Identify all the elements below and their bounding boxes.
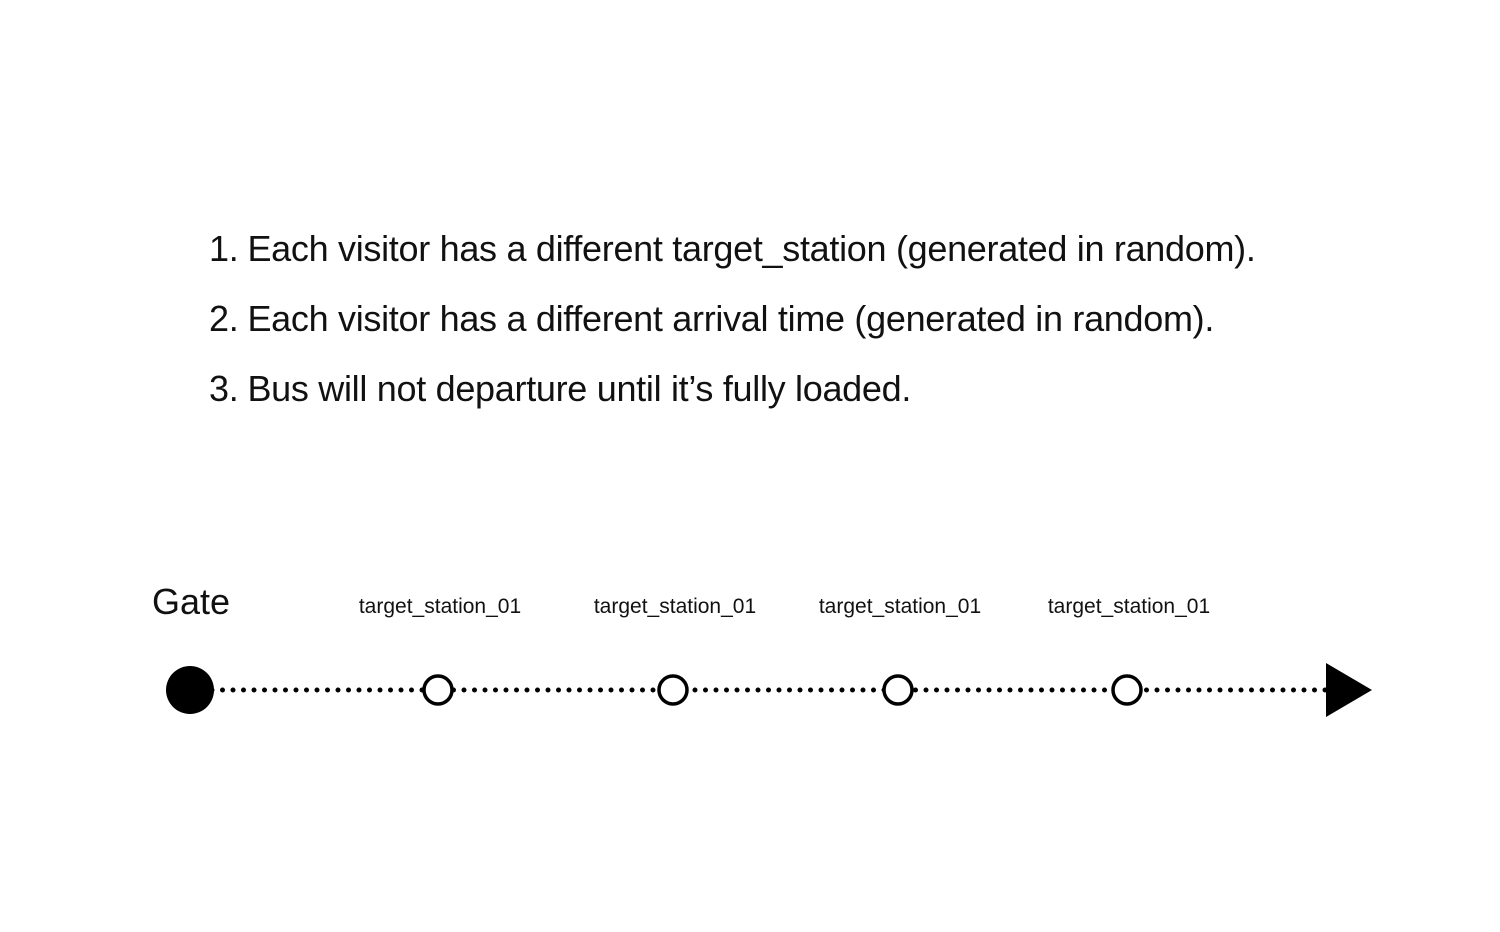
rules-list: 1. Each visitor has a different target_st… [209,214,1256,424]
station-node [1111,674,1143,706]
station-node [422,674,454,706]
rule-text: Bus will not departure until it’s fully … [247,368,912,409]
station-node [882,674,914,706]
rule-text: Each visitor has a different target_stat… [247,228,1256,269]
station-label: target_station_01 [358,595,522,618]
rule-text: Each visitor has a different arrival tim… [247,298,1215,339]
rule-item: 1. Each visitor has a different target_st… [209,214,1256,284]
station-label: target_station_01 [818,595,982,618]
station-label: target_station_01 [593,595,757,618]
gate-label: Gate [152,581,231,622]
route-end-arrow [1326,663,1372,717]
station-node [657,674,689,706]
station-label: target_station_01 [1047,595,1211,618]
bus-route-diagram: Gate target_station_01 target_station_01… [0,560,1500,760]
rule-item: 3. Bus will not departure until it’s full… [209,354,1256,424]
rule-number: 2. [209,298,239,339]
gate-start-node [166,666,214,714]
rule-item: 2. Each visitor has a different arrival t… [209,284,1256,354]
rule-number: 1. [209,228,239,269]
rule-number: 3. [209,368,239,409]
